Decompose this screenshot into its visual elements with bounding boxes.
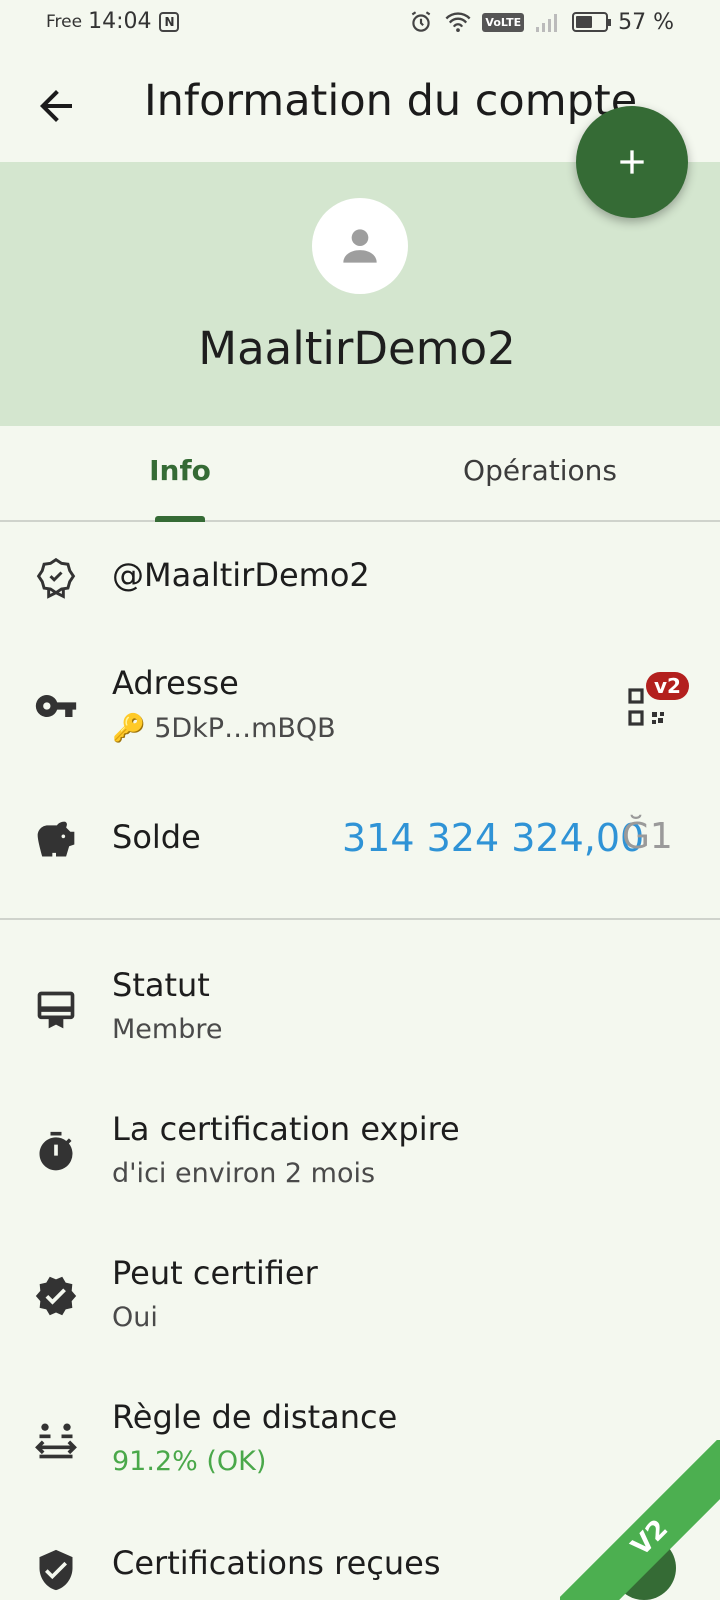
tab-indicator — [155, 516, 205, 522]
wifi-icon — [445, 12, 471, 33]
alarm-icon — [412, 11, 431, 32]
signal-icon — [536, 14, 558, 32]
can-certify-row: Peut certifier Oui — [0, 1254, 720, 1344]
card-membership-icon — [37, 991, 75, 1029]
piggy-bank-icon — [37, 821, 75, 857]
distance-rule-title: Règle de distance — [112, 1398, 398, 1436]
balance-amount: 314 324 324,00 — [342, 816, 645, 860]
can-certify-value: Oui — [112, 1302, 158, 1333]
version-ribbon-label: V2 — [560, 1440, 720, 1600]
shield-check-icon — [39, 1549, 73, 1591]
certification-expiry-row: La certification expire d'ici environ 2 … — [0, 1110, 720, 1200]
battery-percent: 57 % — [618, 9, 674, 35]
status-row: Statut Membre — [0, 966, 720, 1056]
certification-expiry-value: d'ici environ 2 mois — [112, 1158, 376, 1189]
carrier-label: Free — [46, 11, 83, 32]
clock: 14:04 — [88, 9, 152, 34]
distance-icon — [35, 1423, 77, 1459]
person-icon — [343, 229, 377, 263]
certification-expiry-title: La certification expire — [112, 1110, 460, 1148]
status-value: Membre — [112, 1014, 223, 1045]
version-ribbon: V2 — [560, 1440, 720, 1600]
address-row[interactable]: Adresse 🔑 5DkP…mBQB — [0, 660, 720, 750]
identity-row[interactable]: @MaaltirDemo2 — [0, 548, 720, 608]
address-title: Adresse — [112, 664, 239, 702]
timer-icon — [39, 1131, 73, 1171]
username: MaaltirDemo2 — [198, 322, 516, 375]
key-icon — [35, 695, 77, 717]
distance-rule-value: 91.2% (OK) — [112, 1446, 267, 1477]
address-value[interactable]: 🔑 5DkP…mBQB — [112, 712, 336, 744]
balance-title: Solde — [112, 818, 201, 856]
can-certify-title: Peut certifier — [112, 1254, 318, 1292]
back-button[interactable] — [32, 82, 80, 130]
arrow-back-icon — [40, 90, 72, 122]
status-bar: Free 14:04 N VoLTE 57 % — [0, 0, 720, 46]
tab-operations[interactable]: Opérations — [360, 454, 720, 487]
status-title: Statut — [112, 966, 210, 1004]
tab-info[interactable]: Info — [0, 454, 360, 487]
volte-icon: VoLTE — [482, 12, 525, 32]
divider — [0, 918, 720, 920]
nfc-icon: N — [159, 11, 180, 32]
battery-icon — [572, 12, 612, 32]
verified-icon — [35, 1276, 77, 1316]
identity-handle: @MaaltirDemo2 — [112, 556, 370, 594]
avatar[interactable] — [312, 198, 408, 294]
tab-bar: Info Opérations — [0, 426, 720, 522]
certifications-received-title: Certifications reçues — [112, 1544, 441, 1582]
add-button[interactable] — [576, 106, 688, 218]
page-title: Information du compte — [144, 76, 638, 126]
balance-row[interactable]: Solde 314 324 324,00 Ğ1 — [0, 814, 720, 874]
balance-unit: Ğ1 — [622, 816, 673, 857]
badge-icon — [36, 557, 76, 599]
plus-icon — [620, 150, 644, 174]
version-badge: v2 — [646, 672, 689, 700]
